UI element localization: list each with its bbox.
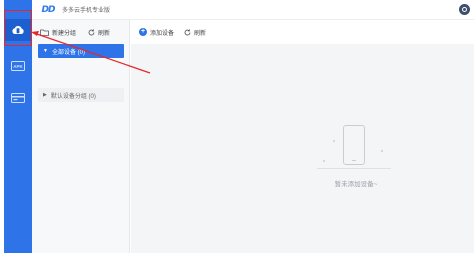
- card-icon: [11, 93, 25, 103]
- group-toolbar: 新建分组 刷新: [32, 20, 129, 44]
- decor-dot: [333, 140, 335, 142]
- empty-divider: [317, 168, 391, 169]
- refresh-icon: [88, 28, 95, 35]
- add-circle-icon: +: [139, 28, 147, 36]
- new-group-label: 新建分组: [52, 30, 77, 37]
- empty-phone-icon: [343, 125, 365, 165]
- svg-text:APK: APK: [13, 64, 23, 69]
- refresh-icon: [184, 28, 191, 35]
- group-refresh-button[interactable]: 刷新: [88, 28, 110, 37]
- device-main-area: + 添加设备 刷新 暂未添加设备~: [131, 20, 474, 253]
- caret-down-icon: ▼: [43, 48, 48, 54]
- caret-right-icon: ▶: [43, 92, 47, 98]
- group-item-all-devices[interactable]: ▼ 全部设备 (0): [38, 44, 124, 58]
- user-avatar[interactable]: [459, 4, 470, 15]
- add-device-label: 添加设备: [150, 30, 175, 37]
- annotation-highlight-box: [4, 10, 32, 46]
- title-bar: DD 多多云手机专业版: [32, 0, 474, 20]
- decor-dot: [323, 160, 325, 162]
- group-item-default[interactable]: ▶ 默认设备分组 (0): [38, 88, 124, 102]
- device-refresh-button[interactable]: 刷新: [184, 28, 206, 37]
- folder-plus-icon: [40, 29, 49, 36]
- group-refresh-label: 刷新: [98, 30, 111, 37]
- rail-item-card[interactable]: [4, 90, 32, 106]
- rail-item-apk[interactable]: APK: [4, 58, 32, 74]
- apk-icon: APK: [11, 61, 25, 71]
- empty-state: 暂未添加设备~: [311, 120, 401, 200]
- decor-dot: [381, 150, 383, 152]
- user-icon: [462, 7, 467, 12]
- group-panel: 新建分组 刷新 ▼ 全部设备 (0) ▶ 默认设备分组 (0): [32, 20, 130, 253]
- new-group-button[interactable]: 新建分组: [40, 28, 76, 37]
- app-logo: DD: [41, 4, 56, 15]
- device-refresh-label: 刷新: [194, 30, 207, 37]
- add-device-button[interactable]: + 添加设备: [139, 28, 174, 37]
- empty-state-text: 暂未添加设备~: [334, 181, 378, 188]
- group-item-label: 全部设备 (0): [51, 49, 85, 56]
- app-title: 多多云手机专业版: [62, 8, 111, 14]
- group-item-label: 默认设备分组 (0): [50, 93, 96, 100]
- device-toolbar: + 添加设备 刷新: [131, 20, 474, 44]
